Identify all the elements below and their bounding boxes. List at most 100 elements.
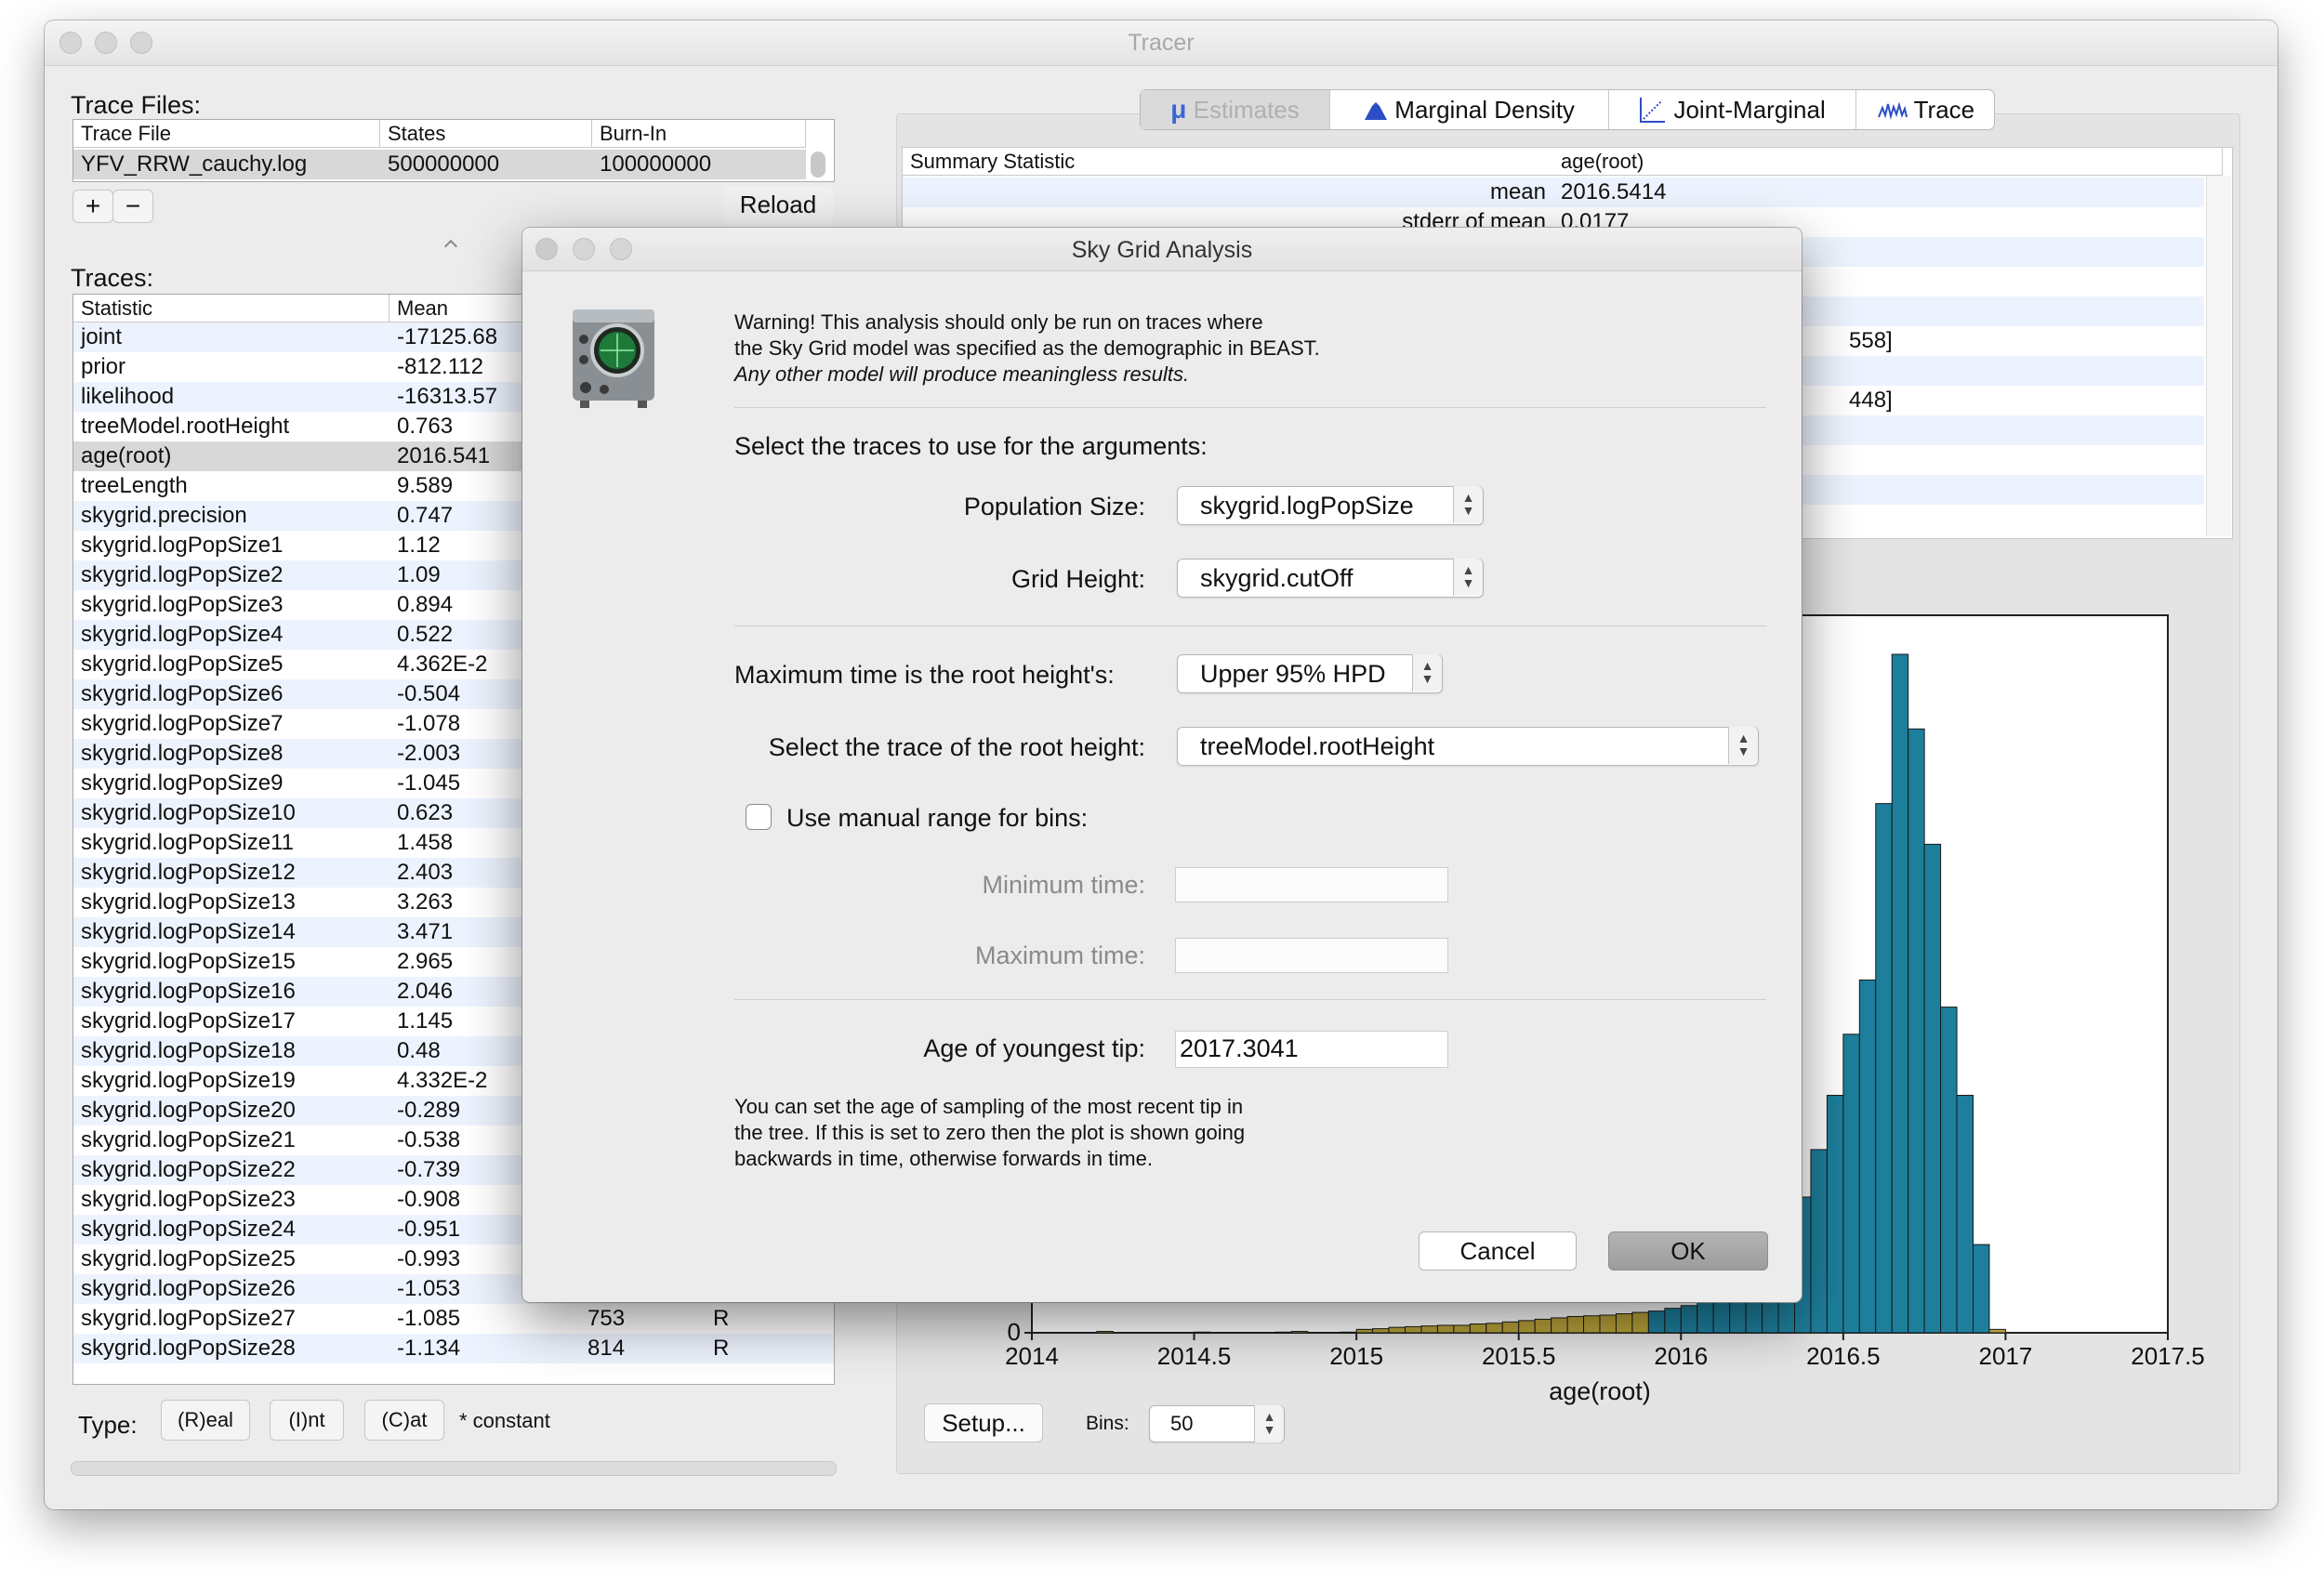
trace-statistic: skygrid.logPopSize1 — [81, 533, 284, 558]
trace-statistic: skygrid.logPopSize7 — [81, 711, 284, 736]
col-burnin[interactable]: Burn-In — [592, 120, 806, 148]
max-time-field[interactable] — [1175, 938, 1448, 973]
histogram-bar — [1615, 1313, 1633, 1334]
root-trace-select[interactable]: treeModel.rootHeight ▲ ▼ — [1177, 727, 1759, 766]
dialog-title: Sky Grid Analysis — [1071, 237, 1253, 263]
trace-files-table: Trace File States Burn-In YFV_RRW_cauchy… — [73, 119, 835, 182]
trace-statistic: skygrid.logPopSize16 — [81, 979, 296, 1004]
x-tick-label: 2015 — [1329, 1342, 1383, 1370]
joint-marginal-icon — [1640, 98, 1666, 123]
type-cat-button[interactable]: (C)at — [364, 1400, 444, 1441]
histogram-bar — [1453, 1324, 1471, 1334]
tab-joint-marginal[interactable]: Joint-Marginal — [1609, 90, 1856, 129]
mu-icon: μ — [1170, 95, 1187, 124]
histogram-bar — [1826, 1095, 1844, 1334]
setup-button[interactable]: Setup... — [924, 1403, 1043, 1442]
histogram-bar — [1420, 1325, 1438, 1334]
col-states[interactable]: States — [380, 120, 592, 148]
trace-type: R — [713, 1336, 730, 1361]
col-summary-statistic[interactable]: Summary Statistic — [903, 148, 1553, 176]
bins-stepper[interactable]: 50 ▲ ▼ — [1149, 1405, 1285, 1442]
histogram-bar — [1940, 1007, 1958, 1334]
cancel-button[interactable]: Cancel — [1419, 1231, 1577, 1271]
tab-estimates[interactable]: μ Estimates — [1141, 90, 1330, 129]
root-trace-value: treeModel.rootHeight — [1200, 732, 1435, 760]
root-trace-label: Select the trace of the root height: — [768, 733, 1145, 761]
trace-files-scrollbar[interactable] — [811, 151, 825, 178]
constant-note: * constant — [459, 1409, 550, 1432]
trace-statistic: skygrid.logPopSize24 — [81, 1217, 296, 1242]
trace-statistic: skygrid.logPopSize2 — [81, 562, 284, 587]
max-time-value: Upper 95% HPD — [1200, 660, 1386, 688]
trace-file-name: YFV_RRW_cauchy.log — [81, 151, 308, 177]
grid-height-select[interactable]: skygrid.cutOff ▲ ▼ — [1177, 559, 1484, 598]
grid-height-arrows-icon: ▲ ▼ — [1453, 559, 1483, 596]
trace-statistic: skygrid.precision — [81, 503, 247, 528]
bins-stepper-arrows-icon[interactable]: ▲ ▼ — [1254, 1405, 1284, 1442]
type-real-button[interactable]: (R)eal — [161, 1400, 250, 1441]
trace-file-burnin[interactable]: 100000000 — [592, 150, 806, 179]
histogram-bar — [1647, 1310, 1666, 1334]
oscilloscope-icon — [573, 309, 654, 408]
root-trace-arrows-icon: ▲ ▼ — [1728, 727, 1758, 764]
summary-stat: mean — [1489, 179, 1546, 204]
add-trace-file-button[interactable]: + — [73, 190, 113, 223]
trace-statistic: skygrid.logPopSize4 — [81, 622, 284, 647]
warning-line: the Sky Grid model was specified as the … — [734, 336, 1320, 360]
max-time-select[interactable]: Upper 95% HPD ▲ ▼ — [1177, 654, 1443, 693]
ok-button[interactable]: OK — [1608, 1231, 1768, 1271]
min-time-field[interactable] — [1175, 867, 1448, 902]
histogram-bar — [1551, 1317, 1568, 1334]
histogram-bar — [1875, 803, 1893, 1334]
manual-range-checkbox[interactable] — [746, 804, 772, 830]
histogram-bar — [1923, 843, 1942, 1334]
trace-statistic: skygrid.logPopSize23 — [81, 1187, 296, 1212]
trace-statistic: skygrid.logPopSize15 — [81, 949, 296, 974]
reload-button[interactable]: Reload — [723, 186, 833, 225]
pop-size-label: Population Size: — [963, 493, 1145, 520]
summary-row-mean: mean 2016.5414 — [903, 178, 2204, 207]
type-label: Type: — [78, 1411, 138, 1439]
max-time-field-label: Maximum time: — [974, 941, 1145, 969]
trace-row[interactable]: skygrid.logPopSize28 -1.134 814 R — [73, 1334, 834, 1363]
trace-statistic: age(root) — [81, 443, 172, 468]
type-int-button[interactable]: (I)nt — [270, 1400, 344, 1441]
sky-grid-dialog: Sky Grid Analysis Warning! This analysis… — [522, 228, 1802, 1302]
trace-statistic: skygrid.logPopSize8 — [81, 741, 284, 766]
trace-statistic: joint — [81, 324, 123, 349]
trace-statistic: skygrid.logPopSize26 — [81, 1276, 296, 1301]
histogram-bar — [1810, 1149, 1828, 1334]
col-trace-file[interactable]: Trace File — [73, 120, 380, 148]
col-age-root[interactable]: age(root) — [1553, 148, 2223, 176]
trace-statistic: skygrid.logPopSize17 — [81, 1008, 296, 1034]
help-line: backwards in time, otherwise forwards in… — [734, 1147, 1153, 1170]
pop-size-select[interactable]: skygrid.logPopSize ▲ ▼ — [1177, 486, 1484, 525]
tab-marginal-density[interactable]: Marginal Density — [1330, 90, 1609, 129]
analysis-tabs: μ Estimates Marginal Density Joint-Margi… — [1140, 89, 1995, 130]
col-statistic[interactable]: Statistic — [73, 295, 390, 323]
remove-trace-file-button[interactable]: − — [112, 190, 153, 223]
summary-scrollbar[interactable] — [2206, 176, 2231, 536]
trace-statistic: skygrid.logPopSize10 — [81, 800, 296, 825]
x-tick-label: 2017.5 — [2131, 1342, 2205, 1370]
trace-ess: 753 — [588, 1306, 626, 1331]
min-time-label: Minimum time: — [982, 871, 1145, 899]
summary-partial-value: 448] — [1849, 388, 1893, 413]
tab-trace[interactable]: Trace — [1856, 90, 1996, 129]
youngest-tip-field[interactable]: 2017.3041 — [1175, 1031, 1448, 1068]
trace-row[interactable]: skygrid.logPopSize27 -1.085 753 R — [73, 1304, 834, 1334]
histogram-bar — [1842, 1034, 1860, 1334]
trace-file-row[interactable]: YFV_RRW_cauchy.log 500000000 100000000 — [73, 150, 806, 179]
trace-statistic: skygrid.logPopSize18 — [81, 1038, 296, 1063]
window-title: Tracer — [1128, 30, 1195, 56]
trace-statistic: skygrid.logPopSize3 — [81, 592, 284, 617]
split-handle-icon[interactable] — [443, 239, 458, 254]
histogram-bar — [1534, 1318, 1552, 1334]
density-icon — [1365, 102, 1388, 120]
trace-statistic: skygrid.logPopSize20 — [81, 1098, 296, 1123]
trace-statistic: skygrid.logPopSize27 — [81, 1306, 296, 1331]
separator — [734, 407, 1766, 408]
horizontal-scrollbar[interactable] — [71, 1461, 837, 1476]
trace-file-states: 500000000 — [388, 151, 500, 177]
histogram-bar — [1631, 1311, 1649, 1334]
